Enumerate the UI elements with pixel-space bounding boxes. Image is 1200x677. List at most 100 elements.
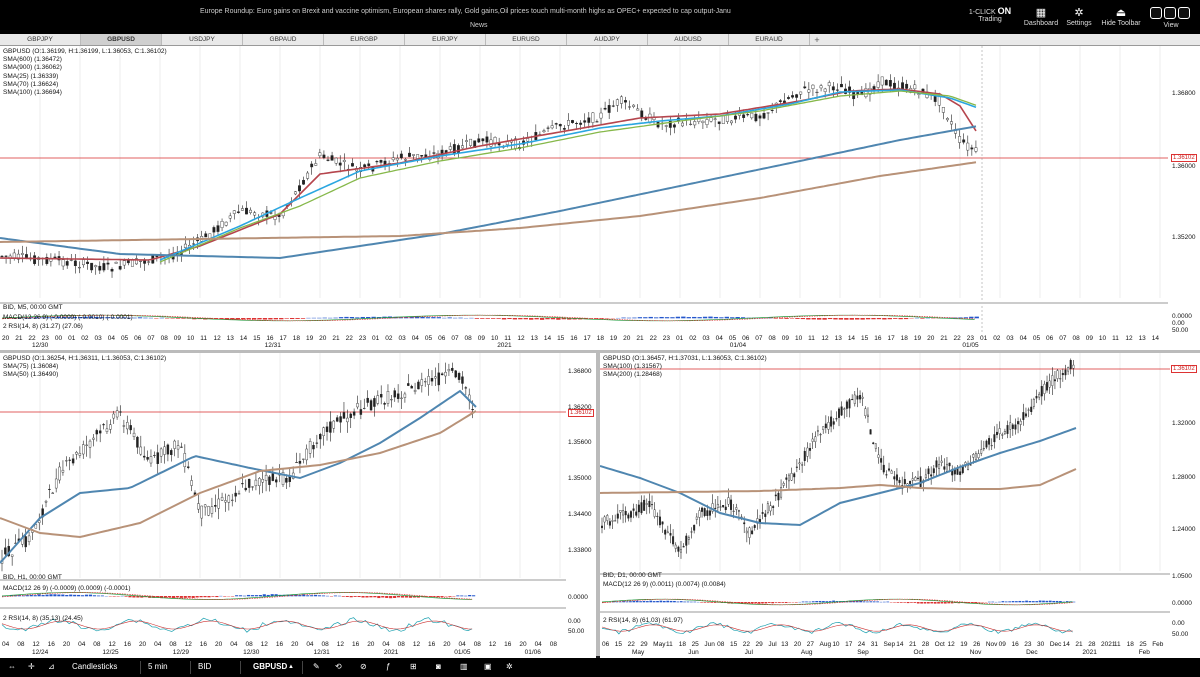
tab-eurjpy[interactable]: EURJPY [405,34,486,45]
time-tick: 06 [742,335,750,342]
h1-macd-bar [456,595,460,597]
time-tick: 11 [1112,335,1119,342]
chevron-up-icon[interactable]: ▲ [288,664,294,670]
m5-candle [322,154,326,158]
d1-candle [893,476,896,480]
time-tick: 08 [93,641,101,648]
news-ticker[interactable]: Europe Roundup: Euro gains on Brexit and… [200,8,731,15]
m5-candle [795,94,799,98]
m5-macd-bar [458,317,463,319]
h1-macd-bar [397,596,401,598]
h1-macd-bar [21,595,25,597]
layout-icon[interactable]: ▥ [460,662,468,671]
one-click-trading-toggle[interactable]: 1-CLICK ON Trading [960,6,1020,23]
d1-candle [803,450,806,461]
h1-candle [139,446,143,455]
chart-d1-canvas[interactable] [600,353,1200,658]
chart-m5[interactable]: GBPUSD (O:1.36199, H:1.36199, L:1.36053,… [0,46,1200,350]
time-tick: 20 [62,641,71,648]
h1-candle [68,459,71,461]
d1-macd-bar [669,600,673,603]
d1-candle [656,515,659,517]
m5-candle [208,233,212,239]
time-tick: 08 [321,641,329,648]
price-type-select[interactable]: BID [198,662,211,671]
chart-h1[interactable]: GBPUSD (O:1.36254, H:1.36311, L:1.36053,… [0,353,596,658]
tab-euraud[interactable]: EURAUD [729,34,810,45]
h1-macd-bar [88,594,93,597]
h1-candle [241,483,244,485]
d1-candle [890,470,893,474]
date-tick: 12/31 [313,649,330,656]
chart-m5-canvas[interactable] [0,46,1200,350]
m5-candle [840,83,843,88]
symbol-tabs: GBPJPY GBPUSD USDJPY GBPAUD EURGBP EURJPY EURU… [0,34,1200,46]
trendline-icon[interactable]: ⊿ [48,662,55,671]
chart-menu-icon[interactable]: ⇔ [8,662,16,671]
chart-settings-icon[interactable]: ⊞ [410,662,417,671]
tab-usdjpy[interactable]: USDJPY [162,34,243,45]
d1-candle [1061,373,1064,376]
date-tick: Jul [744,649,753,656]
h1-candle [342,412,346,419]
camera-icon[interactable]: ◙ [436,662,441,671]
chart-d1[interactable]: GBPUSD (O:1.36457, H:1.37031, L:1.36053,… [600,353,1200,658]
m5-macd-bar [507,318,512,320]
time-tick: 17 [583,335,591,342]
d1-candle [787,474,790,482]
m5-macd-bar [675,316,681,319]
timeframe-select[interactable]: 5 min [148,662,168,671]
d1-candle [996,431,998,436]
time-tick: 02 [385,335,393,342]
gear-icon[interactable]: ✲ [506,662,513,671]
chart-type-select[interactable]: Candlesticks [72,662,117,671]
time-tick: 04 [458,641,466,648]
time-tick: 16 [570,335,578,342]
time-tick: 08 [717,641,725,648]
d1-candle [864,408,867,416]
m5-candle [901,82,904,90]
view-label[interactable]: View [1142,22,1200,29]
d1-candle [845,401,848,409]
h1-candle [210,506,214,514]
tab-eurgbp[interactable]: EURGBP [324,34,405,45]
d1-candle [832,421,835,425]
tab-eurusd[interactable]: EURUSD [486,34,567,45]
view-layout-icon[interactable] [1150,7,1190,19]
m5-candle [477,138,481,143]
time-tick: 23 [662,335,671,342]
tab-audjpy[interactable]: AUDJPY [567,34,648,45]
d1-candle [940,460,943,463]
h1-candle [400,397,403,399]
tab-audusd[interactable]: AUDUSD [648,34,729,45]
crosshair-icon[interactable]: ✛ [28,662,35,671]
add-tab-button[interactable]: + [810,34,824,45]
pencil-icon[interactable]: ✎ [313,662,320,671]
hide-drawings-icon[interactable]: ⊘ [360,662,367,671]
h1-candle [349,413,352,418]
d1-macd-bar [869,601,873,603]
h1-candle [440,373,444,376]
window-icon[interactable]: ▣ [484,662,492,671]
tab-gbpaud[interactable]: GBPAUD [243,34,324,45]
d1-candle [1022,412,1025,420]
m5-candle [485,136,489,143]
draw-icon[interactable]: ⟲ [335,662,342,671]
d1-candle [1067,367,1070,372]
time-tick: 13 [834,335,842,342]
tab-gbpjpy[interactable]: GBPJPY [0,34,81,45]
h1-candle [173,440,176,449]
sma-100-line [159,90,977,263]
time-tick: 04 [715,335,723,342]
m5-macd-bar [431,317,436,319]
m5-candle [375,161,379,163]
chart-h1-canvas[interactable] [0,353,596,658]
d1-candle [988,438,991,445]
rsi-tick: 0.00 [1172,320,1185,327]
m5-macd-bar [621,317,626,319]
indicator-icon[interactable]: ƒ [386,662,390,671]
time-tick: Nov [985,641,998,648]
tab-gbpusd[interactable]: GBPUSD [81,34,162,45]
m5-candle [945,118,949,121]
symbol-select[interactable]: GBPUSD [253,662,287,671]
